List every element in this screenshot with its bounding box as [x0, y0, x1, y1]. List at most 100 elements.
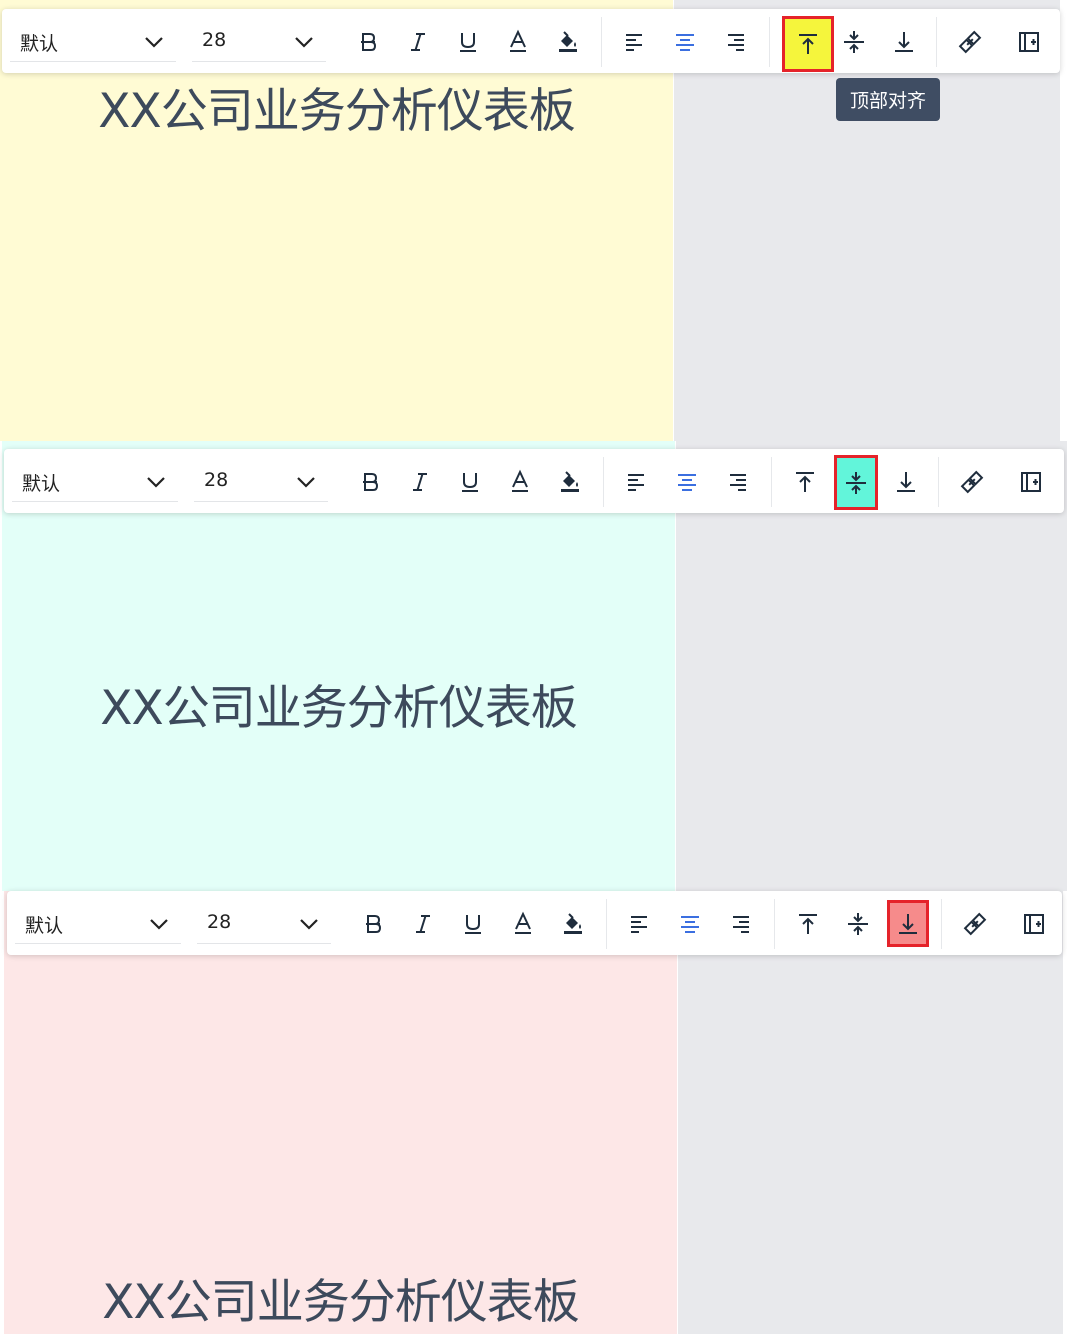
font-color-icon: [515, 911, 531, 934]
align-left-icon: [626, 34, 642, 51]
font-family-select[interactable]: 默认: [12, 463, 178, 502]
fill-color-button[interactable]: [548, 460, 592, 504]
align-right-button[interactable]: [715, 460, 759, 504]
bold-icon: [361, 33, 377, 51]
font-size-select[interactable]: 28: [197, 905, 331, 944]
insert-column-icon: [1024, 914, 1044, 934]
insert-column-button[interactable]: [1012, 902, 1056, 946]
underline-button[interactable]: [448, 460, 492, 504]
align-center-button[interactable]: [663, 20, 707, 64]
valign-top-button[interactable]: [782, 16, 834, 72]
align-left-button[interactable]: [613, 20, 657, 64]
italic-button[interactable]: [398, 460, 442, 504]
toolbar-divider: [774, 899, 775, 949]
align-center-icon: [681, 916, 699, 933]
align-center-icon: [678, 474, 696, 491]
merge-cells-icon: [960, 470, 984, 494]
align-left-button[interactable]: [618, 902, 662, 946]
align-center-button[interactable]: [668, 902, 712, 946]
merge-cells-icon: [963, 912, 987, 936]
valign-bottom-icon: [895, 32, 913, 52]
font-family-value: 默认: [25, 915, 64, 937]
panel-valign-bottom: XX公司业务分析仪表板: [4, 891, 1063, 1334]
tooltip: 顶部对齐: [836, 78, 941, 121]
font-size-select[interactable]: 28: [192, 23, 326, 62]
insert-column-icon: [1021, 472, 1041, 492]
cell-text: XX公司业务分析仪表板: [100, 681, 577, 736]
align-right-button[interactable]: [713, 20, 757, 64]
valign-middle-button[interactable]: [836, 902, 880, 946]
bold-button[interactable]: [346, 20, 390, 64]
valign-top-icon: [799, 914, 817, 934]
italic-icon: [413, 473, 427, 491]
canvas-background: [678, 891, 1063, 1334]
font-color-icon: [510, 29, 526, 52]
chevron-down-icon: [295, 37, 313, 48]
fill-color-icon: [561, 471, 579, 492]
align-right-button[interactable]: [718, 902, 762, 946]
valign-top-icon: [796, 472, 814, 492]
valign-bottom-icon: [899, 913, 917, 934]
insert-column-button[interactable]: [1009, 460, 1053, 504]
table-cell[interactable]: XX公司业务分析仪表板: [4, 891, 677, 1334]
chevron-down-icon: [150, 919, 168, 930]
font-family-select[interactable]: 默认: [10, 23, 176, 62]
align-center-button[interactable]: [665, 460, 709, 504]
font-color-icon: [512, 469, 528, 492]
italic-button[interactable]: [401, 902, 445, 946]
valign-middle-icon: [844, 31, 864, 53]
tooltip-text: 顶部对齐: [850, 90, 927, 112]
toolbar-divider: [941, 899, 942, 949]
toolbar-divider: [938, 457, 939, 507]
merge-cells-button[interactable]: [953, 902, 997, 946]
align-left-icon: [628, 474, 644, 491]
valign-bottom-button[interactable]: [882, 20, 926, 64]
formatting-toolbar: 默认 28: [4, 449, 1064, 513]
align-left-button[interactable]: [615, 460, 659, 504]
formatting-toolbar: 默认 28: [2, 9, 1060, 73]
underline-button[interactable]: [446, 20, 490, 64]
font-family-value: 默认: [20, 33, 59, 55]
chevron-down-icon: [145, 37, 163, 48]
fill-color-button[interactable]: [551, 902, 595, 946]
underline-icon: [460, 33, 476, 52]
toolbar-divider: [601, 17, 602, 67]
font-size-select[interactable]: 28: [194, 463, 328, 502]
valign-top-button[interactable]: [783, 460, 827, 504]
valign-middle-button[interactable]: [834, 455, 878, 510]
valign-top-button[interactable]: [786, 902, 830, 946]
fill-color-icon: [564, 913, 582, 934]
fill-color-button[interactable]: [546, 20, 590, 64]
bold-icon: [366, 915, 382, 933]
italic-button[interactable]: [396, 20, 440, 64]
underline-icon: [462, 473, 478, 492]
toolbar-divider: [769, 17, 770, 67]
chevron-down-icon: [300, 919, 318, 930]
valign-bottom-button[interactable]: [884, 460, 928, 504]
cell-text: XX公司业务分析仪表板: [102, 1275, 579, 1330]
merge-cells-button[interactable]: [948, 20, 992, 64]
align-right-icon: [728, 34, 744, 51]
valign-bottom-icon: [897, 472, 915, 492]
align-right-icon: [730, 474, 746, 491]
toolbar-divider: [606, 899, 607, 949]
bold-button[interactable]: [348, 460, 392, 504]
chevron-down-icon: [297, 477, 315, 488]
insert-column-icon: [1019, 32, 1039, 52]
align-center-icon: [676, 34, 694, 51]
font-color-button[interactable]: [501, 902, 545, 946]
font-color-button[interactable]: [496, 20, 540, 64]
valign-top-icon: [799, 34, 817, 54]
font-color-button[interactable]: [498, 460, 542, 504]
insert-column-button[interactable]: [1007, 20, 1051, 64]
valign-bottom-button[interactable]: [887, 900, 929, 947]
underline-button[interactable]: [451, 902, 495, 946]
font-family-select[interactable]: 默认: [15, 905, 181, 944]
font-family-value: 默认: [22, 473, 61, 495]
valign-middle-button[interactable]: [832, 20, 876, 64]
toolbar-divider: [603, 457, 604, 507]
merge-cells-icon: [958, 30, 982, 54]
cell-text: XX公司业务分析仪表板: [98, 84, 575, 139]
merge-cells-button[interactable]: [950, 460, 994, 504]
bold-button[interactable]: [351, 902, 395, 946]
